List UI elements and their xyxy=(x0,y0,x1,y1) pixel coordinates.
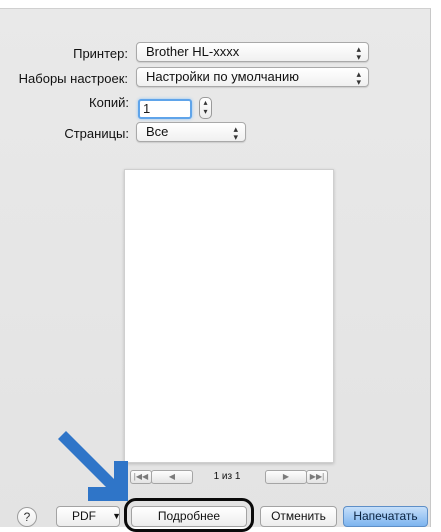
select-arrows-icon: ▴ ▾ xyxy=(356,69,361,87)
pages-select-value: Все xyxy=(146,124,169,139)
page-indicator: 1 из 1 xyxy=(213,471,241,482)
pages-label: Страницы: xyxy=(64,126,129,141)
last-page-button[interactable]: ▶▶| xyxy=(306,470,328,484)
help-button[interactable]: ? xyxy=(17,507,37,527)
pages-select[interactable]: Все ▴ ▾ xyxy=(136,122,246,142)
previous-page-button[interactable]: ◀ xyxy=(151,470,193,484)
printer-select[interactable]: Brother HL-xxxx ▴ ▾ xyxy=(136,42,369,62)
copies-stepper[interactable]: ▴ ▾ xyxy=(199,97,212,119)
pdf-label: PDF xyxy=(72,509,96,523)
first-page-button[interactable]: |◀◀ xyxy=(130,470,152,484)
presets-select-value: Настройки по умолчанию xyxy=(146,69,299,84)
select-arrows-icon: ▴ ▾ xyxy=(356,44,361,62)
presets-select[interactable]: Настройки по умолчанию ▴ ▾ xyxy=(136,67,369,87)
select-arrows-icon: ▴ ▾ xyxy=(233,124,238,142)
next-page-button[interactable]: ▶ xyxy=(265,470,307,484)
pdf-menu-button[interactable]: PDF ▼ xyxy=(56,506,121,527)
details-button[interactable]: Подробнее xyxy=(131,506,247,527)
printer-label: Принтер: xyxy=(73,46,128,61)
cancel-button[interactable]: Отменить xyxy=(260,506,337,527)
pointer-arrow-icon xyxy=(58,431,128,501)
page-preview xyxy=(124,169,334,463)
print-button[interactable]: Напечатать xyxy=(343,506,428,527)
chevron-down-icon: ▼ xyxy=(112,511,121,521)
print-dialog: Принтер: Brother HL-xxxx ▴ ▾ Наборы настр… xyxy=(0,8,431,532)
printer-select-value: Brother HL-xxxx xyxy=(146,44,240,59)
copies-label: Копий: xyxy=(89,95,129,110)
copies-input[interactable]: 1 xyxy=(138,99,192,119)
presets-label: Наборы настроек: xyxy=(18,71,128,86)
